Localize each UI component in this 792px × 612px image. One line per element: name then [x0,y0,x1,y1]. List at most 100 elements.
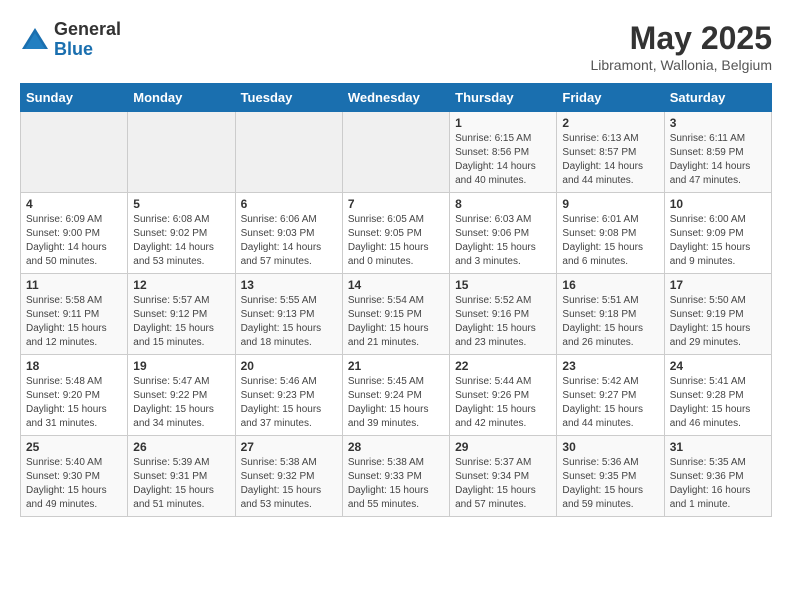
day-info: Sunrise: 5:40 AM Sunset: 9:30 PM Dayligh… [26,456,122,512]
day-of-week-header: Tuesday [235,84,342,112]
calendar-day-cell: 28 Sunrise: 5:38 AM Sunset: 9:33 PM Dayli… [342,436,449,517]
day-info: Sunrise: 6:01 AM Sunset: 9:08 PM Dayligh… [562,213,658,269]
day-number: 19 [133,359,229,373]
day-number: 14 [348,278,444,292]
day-info: Sunrise: 5:41 AM Sunset: 9:28 PM Dayligh… [670,375,766,431]
day-number: 5 [133,197,229,211]
day-number: 8 [455,197,551,211]
day-number: 23 [562,359,658,373]
calendar-day-cell: 9 Sunrise: 6:01 AM Sunset: 9:08 PM Daylig… [557,193,664,274]
days-of-week-row: SundayMondayTuesdayWednesdayThursdayFrid… [21,84,772,112]
day-number: 9 [562,197,658,211]
title-block: May 2025 Libramont, Wallonia, Belgium [590,20,772,73]
calendar-day-cell: 17Sunrise: 5:50 AM Sunset: 9:19 PM Dayli… [664,274,771,355]
calendar-day-cell: 4Sunrise: 6:09 AM Sunset: 9:00 PM Daylig… [21,193,128,274]
calendar-body: 1 Sunrise: 6:15 AM Sunset: 8:56 PM Daylig… [21,112,772,517]
day-info: Sunrise: 5:52 AM Sunset: 9:16 PM Dayligh… [455,294,551,350]
day-number: 26 [133,440,229,454]
day-info: Sunrise: 6:15 AM Sunset: 8:56 PM Dayligh… [455,132,551,188]
calendar-day-cell: 12Sunrise: 5:57 AM Sunset: 9:12 PM Dayli… [128,274,235,355]
calendar-day-cell: 24 Sunrise: 5:41 AM Sunset: 9:28 PM Dayli… [664,355,771,436]
day-number: 7 [348,197,444,211]
calendar-day-cell [128,112,235,193]
calendar-day-cell: 26 Sunrise: 5:39 AM Sunset: 9:31 PM Dayli… [128,436,235,517]
day-info: Sunrise: 5:37 AM Sunset: 9:34 PM Dayligh… [455,456,551,512]
day-number: 25 [26,440,122,454]
calendar-day-cell: 21Sunrise: 5:45 AM Sunset: 9:24 PM Dayli… [342,355,449,436]
calendar-week-row: 25 Sunrise: 5:40 AM Sunset: 9:30 PM Dayli… [21,436,772,517]
day-of-week-header: Friday [557,84,664,112]
day-info: Sunrise: 6:09 AM Sunset: 9:00 PM Dayligh… [26,213,122,269]
calendar-day-cell [21,112,128,193]
calendar-day-cell: 30Sunrise: 5:36 AM Sunset: 9:35 PM Dayli… [557,436,664,517]
day-number: 1 [455,116,551,130]
day-of-week-header: Wednesday [342,84,449,112]
day-number: 11 [26,278,122,292]
calendar-day-cell: 3 Sunrise: 6:11 AM Sunset: 8:59 PM Daylig… [664,112,771,193]
day-number: 31 [670,440,766,454]
logo-general-text: General [54,20,121,40]
day-info: Sunrise: 5:55 AM Sunset: 9:13 PM Dayligh… [241,294,337,350]
day-info: Sunrise: 5:38 AM Sunset: 9:33 PM Dayligh… [348,456,444,512]
day-info: Sunrise: 6:06 AM Sunset: 9:03 PM Dayligh… [241,213,337,269]
day-of-week-header: Sunday [21,84,128,112]
day-number: 30 [562,440,658,454]
calendar-day-cell [235,112,342,193]
calendar-day-cell: 14 Sunrise: 5:54 AM Sunset: 9:15 PM Dayli… [342,274,449,355]
calendar-week-row: 4Sunrise: 6:09 AM Sunset: 9:00 PM Daylig… [21,193,772,274]
day-of-week-header: Thursday [450,84,557,112]
calendar-day-cell: 11 Sunrise: 5:58 AM Sunset: 9:11 PM Dayli… [21,274,128,355]
calendar-day-cell: 20 Sunrise: 5:46 AM Sunset: 9:23 PM Dayli… [235,355,342,436]
day-info: Sunrise: 5:42 AM Sunset: 9:27 PM Dayligh… [562,375,658,431]
calendar-day-cell: 18 Sunrise: 5:48 AM Sunset: 9:20 PM Dayli… [21,355,128,436]
location-text: Libramont, Wallonia, Belgium [590,57,772,73]
day-info: Sunrise: 6:05 AM Sunset: 9:05 PM Dayligh… [348,213,444,269]
day-number: 6 [241,197,337,211]
day-number: 15 [455,278,551,292]
logo-blue-text: Blue [54,40,121,60]
day-info: Sunrise: 6:13 AM Sunset: 8:57 PM Dayligh… [562,132,658,188]
day-number: 29 [455,440,551,454]
day-info: Sunrise: 5:46 AM Sunset: 9:23 PM Dayligh… [241,375,337,431]
day-info: Sunrise: 5:35 AM Sunset: 9:36 PM Dayligh… [670,456,766,512]
calendar-day-cell: 23 Sunrise: 5:42 AM Sunset: 9:27 PM Dayli… [557,355,664,436]
logo: General Blue [20,20,121,60]
calendar-day-cell: 31 Sunrise: 5:35 AM Sunset: 9:36 PM Dayli… [664,436,771,517]
day-info: Sunrise: 5:58 AM Sunset: 9:11 PM Dayligh… [26,294,122,350]
calendar-day-cell: 7 Sunrise: 6:05 AM Sunset: 9:05 PM Daylig… [342,193,449,274]
day-info: Sunrise: 5:54 AM Sunset: 9:15 PM Dayligh… [348,294,444,350]
day-info: Sunrise: 5:44 AM Sunset: 9:26 PM Dayligh… [455,375,551,431]
day-info: Sunrise: 6:08 AM Sunset: 9:02 PM Dayligh… [133,213,229,269]
calendar-day-cell: 29 Sunrise: 5:37 AM Sunset: 9:34 PM Dayli… [450,436,557,517]
calendar-day-cell: 22 Sunrise: 5:44 AM Sunset: 9:26 PM Dayli… [450,355,557,436]
day-number: 27 [241,440,337,454]
day-number: 10 [670,197,766,211]
day-info: Sunrise: 5:48 AM Sunset: 9:20 PM Dayligh… [26,375,122,431]
calendar-day-cell: 19 Sunrise: 5:47 AM Sunset: 9:22 PM Dayli… [128,355,235,436]
day-info: Sunrise: 5:38 AM Sunset: 9:32 PM Dayligh… [241,456,337,512]
day-number: 17 [670,278,766,292]
day-number: 3 [670,116,766,130]
day-number: 12 [133,278,229,292]
calendar-day-cell: 25 Sunrise: 5:40 AM Sunset: 9:30 PM Dayli… [21,436,128,517]
day-number: 16 [562,278,658,292]
calendar-day-cell: 15 Sunrise: 5:52 AM Sunset: 9:16 PM Dayli… [450,274,557,355]
day-number: 20 [241,359,337,373]
calendar-week-row: 11 Sunrise: 5:58 AM Sunset: 9:11 PM Dayli… [21,274,772,355]
day-number: 28 [348,440,444,454]
day-info: Sunrise: 5:47 AM Sunset: 9:22 PM Dayligh… [133,375,229,431]
calendar-day-cell: 10Sunrise: 6:00 AM Sunset: 9:09 PM Dayli… [664,193,771,274]
day-number: 22 [455,359,551,373]
calendar-day-cell: 16Sunrise: 5:51 AM Sunset: 9:18 PM Dayli… [557,274,664,355]
day-info: Sunrise: 6:11 AM Sunset: 8:59 PM Dayligh… [670,132,766,188]
day-info: Sunrise: 5:45 AM Sunset: 9:24 PM Dayligh… [348,375,444,431]
day-of-week-header: Saturday [664,84,771,112]
month-title: May 2025 [590,20,772,57]
day-info: Sunrise: 5:39 AM Sunset: 9:31 PM Dayligh… [133,456,229,512]
calendar-day-cell: 2Sunrise: 6:13 AM Sunset: 8:57 PM Daylig… [557,112,664,193]
calendar-day-cell: 5 Sunrise: 6:08 AM Sunset: 9:02 PM Daylig… [128,193,235,274]
page-header: General Blue May 2025 Libramont, Walloni… [20,20,772,73]
day-number: 24 [670,359,766,373]
calendar-day-cell: 13Sunrise: 5:55 AM Sunset: 9:13 PM Dayli… [235,274,342,355]
day-number: 18 [26,359,122,373]
